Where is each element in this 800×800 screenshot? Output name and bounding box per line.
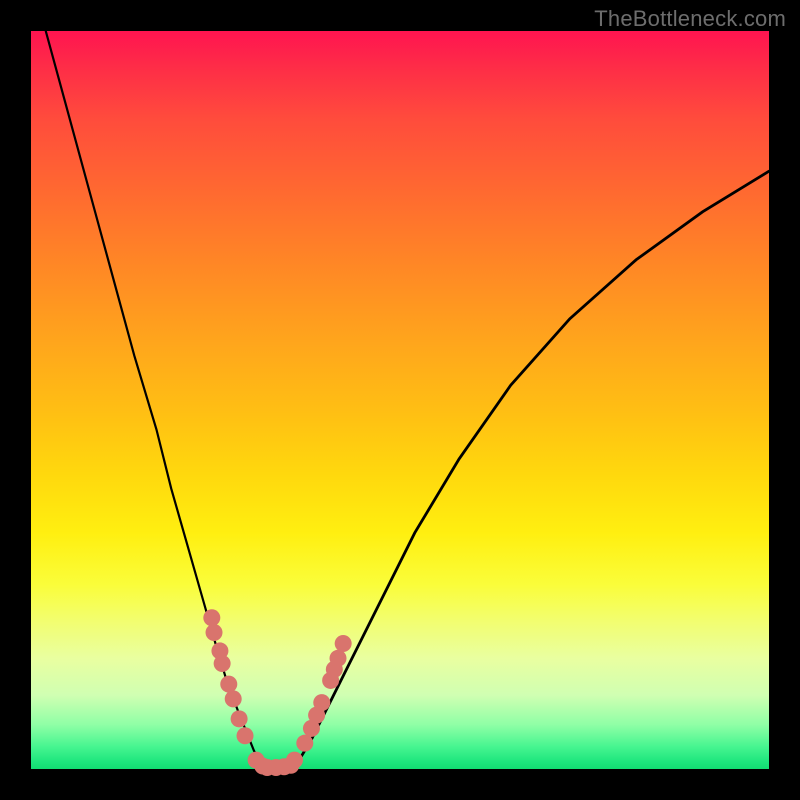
curve-right-branch bbox=[293, 171, 769, 769]
plot-area bbox=[31, 31, 769, 769]
data-dot bbox=[237, 727, 254, 744]
dot-group bbox=[203, 609, 351, 776]
data-dot bbox=[313, 694, 330, 711]
watermark-text: TheBottleneck.com bbox=[594, 6, 786, 32]
chart-frame: TheBottleneck.com bbox=[0, 0, 800, 800]
data-dot bbox=[225, 690, 242, 707]
data-dot bbox=[330, 650, 347, 667]
chart-svg bbox=[31, 31, 769, 769]
data-dot bbox=[206, 624, 223, 641]
curve-left-branch bbox=[46, 31, 266, 769]
data-dot bbox=[286, 752, 303, 769]
data-dot bbox=[220, 676, 237, 693]
data-dot bbox=[231, 710, 248, 727]
data-dot bbox=[214, 655, 231, 672]
data-dot bbox=[203, 609, 220, 626]
data-dot bbox=[335, 635, 352, 652]
data-dot bbox=[296, 735, 313, 752]
